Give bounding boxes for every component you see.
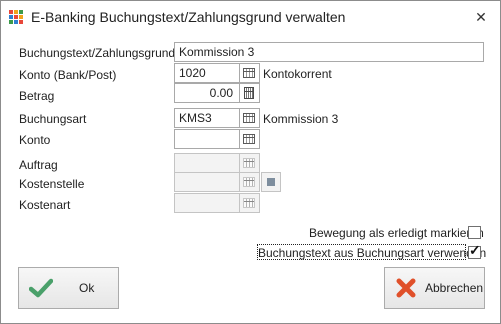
buchungstext-input[interactable]: Kommission 3 bbox=[174, 42, 484, 62]
konto-bank-label: Konto (Bank/Post) bbox=[19, 68, 117, 82]
abbrechen-button[interactable]: Abbrechen bbox=[384, 267, 485, 309]
kostenstelle-distribution-button bbox=[261, 172, 281, 192]
table-icon bbox=[243, 113, 255, 123]
kostenstelle-input bbox=[174, 172, 240, 192]
erledigt-checkbox-label: Bewegung als erledigt markieren bbox=[309, 226, 484, 240]
red-x-icon bbox=[396, 278, 416, 298]
konto-label: Konto bbox=[19, 133, 51, 147]
kostenstelle-lookup-button bbox=[240, 172, 260, 192]
konto-bank-description: Kontokorrent bbox=[263, 67, 332, 81]
ok-button[interactable]: Ok bbox=[18, 267, 119, 309]
kostenart-label: Kostenart bbox=[19, 198, 71, 212]
buchungsart-label: Buchungsart bbox=[19, 112, 87, 126]
dialog-window: E-Banking Buchungstext/Zahlungsgrund ver… bbox=[0, 0, 501, 324]
auftrag-lookup-button bbox=[240, 153, 260, 173]
ok-button-label: Ok bbox=[79, 281, 95, 295]
table-icon bbox=[243, 177, 255, 187]
calculator-icon bbox=[244, 87, 254, 99]
buchungstext-aus-art-checkbox-label: Buchungstext aus Buchungsart verwenden bbox=[258, 246, 487, 260]
kostenart-lookup-button bbox=[240, 193, 260, 213]
split-icon bbox=[267, 178, 275, 186]
auftrag-input bbox=[174, 153, 240, 173]
table-icon bbox=[243, 134, 255, 144]
table-icon bbox=[243, 198, 255, 208]
buchungstext-aus-art-checkbox[interactable]: ✓ bbox=[468, 242, 481, 259]
table-icon bbox=[243, 158, 255, 168]
buchungsart-description: Kommission 3 bbox=[263, 112, 339, 126]
betrag-calculator-button[interactable] bbox=[240, 83, 260, 103]
green-checkmark-icon bbox=[29, 278, 53, 298]
konto-input[interactable] bbox=[174, 129, 240, 149]
colored-grid-icon bbox=[9, 10, 23, 24]
checkmark-icon: ✓ bbox=[469, 242, 481, 258]
buchungsart-lookup-button[interactable] bbox=[240, 108, 260, 128]
konto-lookup-button[interactable] bbox=[240, 129, 260, 149]
abbrechen-button-label: Abbrechen bbox=[425, 281, 484, 295]
close-icon[interactable]: ✕ bbox=[470, 7, 492, 27]
konto-bank-lookup-button[interactable] bbox=[240, 63, 260, 83]
betrag-input[interactable]: 0.00 bbox=[174, 83, 240, 103]
konto-bank-input[interactable]: 1020 bbox=[174, 63, 240, 83]
betrag-label: Betrag bbox=[19, 89, 55, 103]
erledigt-checkbox[interactable] bbox=[468, 226, 481, 239]
table-icon bbox=[243, 68, 255, 78]
auftrag-label: Auftrag bbox=[19, 158, 58, 172]
buchungsart-input[interactable]: KMS3 bbox=[174, 108, 240, 128]
window-title: E-Banking Buchungstext/Zahlungsgrund ver… bbox=[31, 9, 346, 25]
kostenstelle-label: Kostenstelle bbox=[19, 177, 85, 191]
title-bar: E-Banking Buchungstext/Zahlungsgrund ver… bbox=[1, 1, 500, 32]
kostenart-input bbox=[174, 193, 240, 213]
buchungstext-label: Buchungstext/Zahlungsgrund bbox=[19, 46, 176, 60]
